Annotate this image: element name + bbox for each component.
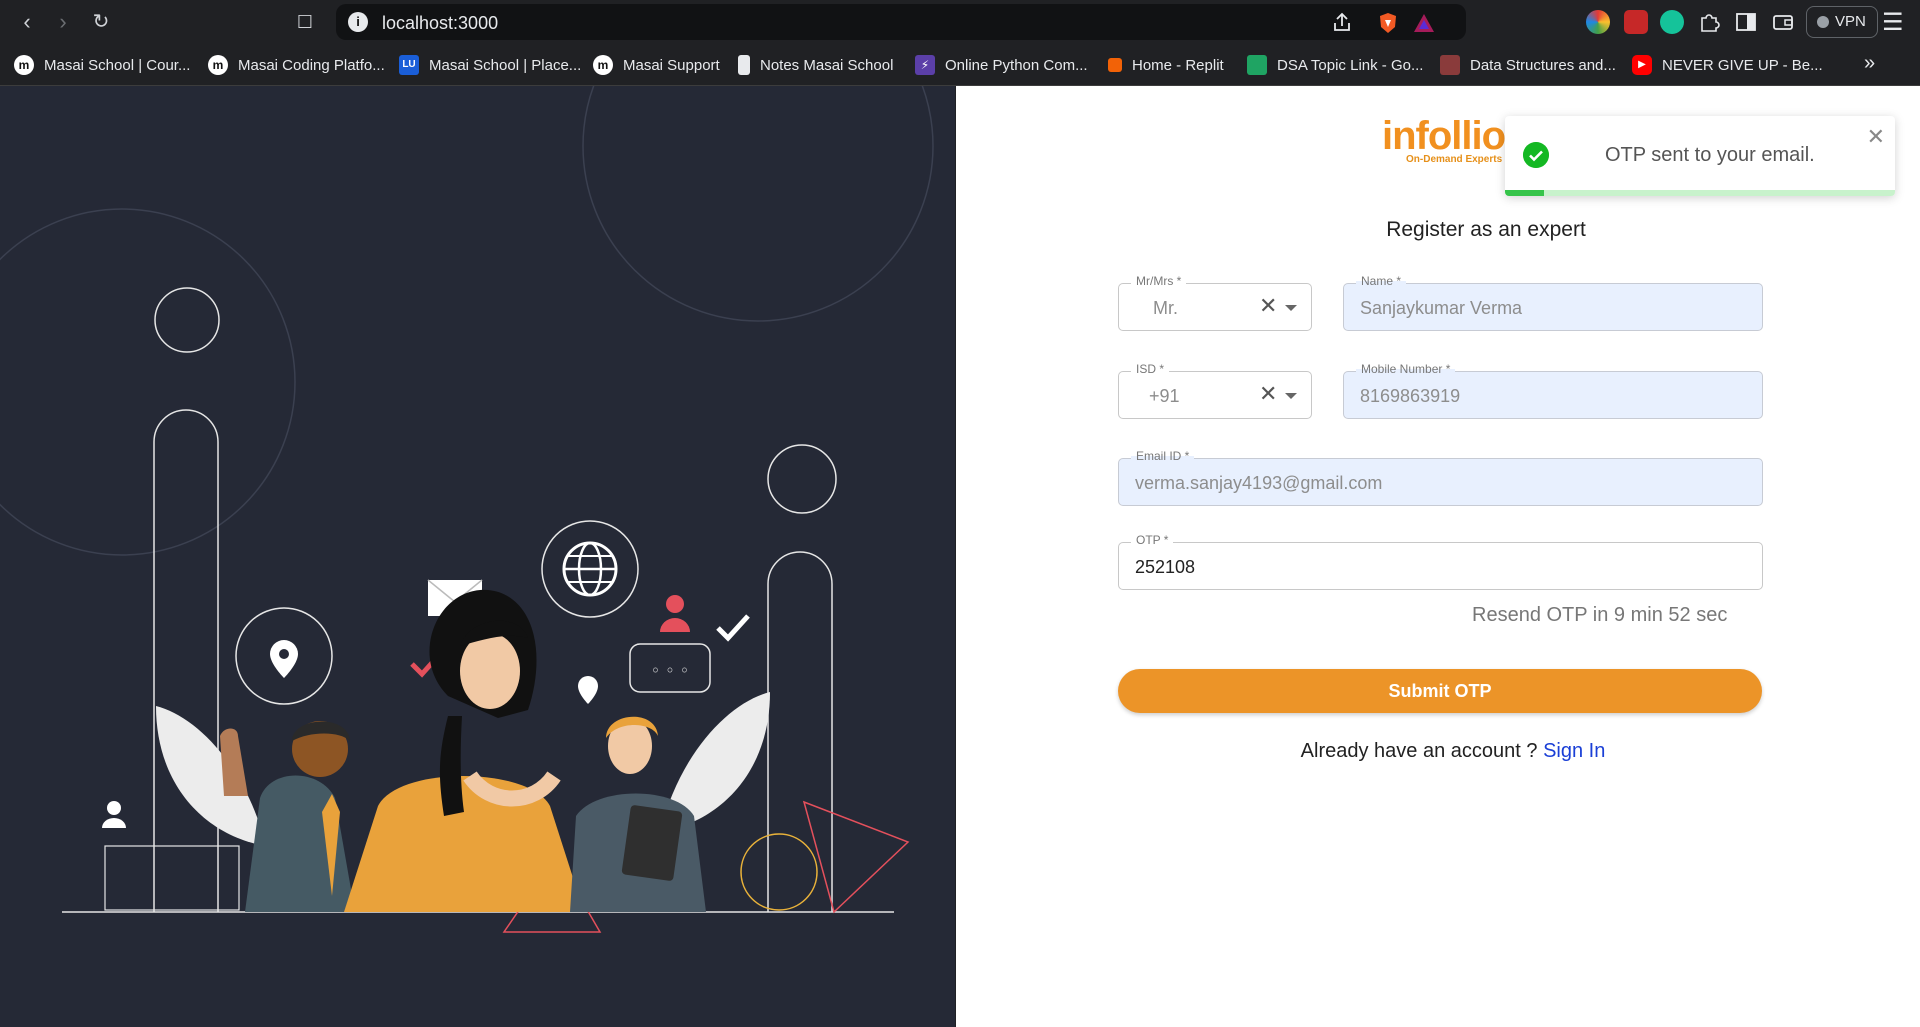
resend-otp-timer: Resend OTP in 9 min 52 sec (1472, 604, 1728, 626)
isd-value: +91 (1149, 386, 1180, 406)
bookmark-icon[interactable]: ☐ (292, 9, 318, 35)
browser-toolbar: ‹ › ↻ ☐ i localhost:3000 VPN ☰ (0, 0, 1920, 44)
infollion-logo: infollion On-Demand Experts (1376, 114, 1530, 166)
masai-icon: m (593, 55, 613, 75)
svg-text:◦ ◦ ◦: ◦ ◦ ◦ (651, 661, 689, 680)
toast-message: OTP sent to your email. (1605, 144, 1815, 166)
bookmark-item[interactable]: ▶ NEVER GIVE UP - Be... (1632, 54, 1823, 76)
sheets-icon (1247, 55, 1267, 75)
name-label: Name * (1356, 274, 1407, 288)
bookmark-label: Home - Replit (1132, 56, 1224, 74)
clear-icon[interactable]: ✕ (1259, 295, 1277, 317)
masai-icon: m (208, 55, 228, 75)
salutation-value: Mr. (1153, 298, 1178, 318)
logo-tagline: On-Demand Experts (1406, 154, 1503, 165)
brave-rewards-icon[interactable] (1412, 11, 1436, 35)
bookmark-item[interactable]: Home - Replit (1108, 54, 1224, 76)
grammarly-icon[interactable] (1660, 10, 1684, 34)
bookmark-label: Notes Masai School (760, 56, 894, 74)
name-field[interactable]: Name * Sanjaykumar Verma (1343, 274, 1763, 331)
share-icon[interactable] (1330, 11, 1354, 35)
check-circle-icon (1523, 142, 1549, 168)
toast-progress-bar (1505, 190, 1895, 196)
color-picker-extension-icon[interactable] (1586, 10, 1610, 34)
email-field[interactable]: Email ID * verma.sanjay4193@gmail.com (1118, 449, 1763, 506)
forward-icon[interactable]: › (50, 9, 76, 35)
sidebar-icon[interactable] (1734, 10, 1758, 34)
bookmark-item[interactable]: LU Masai School | Place... (399, 54, 581, 76)
extension-icon[interactable] (1624, 10, 1648, 34)
illustration-panel: ◦ ◦ ◦ (0, 86, 955, 1027)
bookmark-label: DSA Topic Link - Go... (1277, 56, 1424, 74)
email-label: Email ID * (1131, 449, 1195, 463)
signin-prompt: Already have an account ? (1300, 740, 1544, 762)
menu-icon[interactable]: ☰ (1882, 8, 1904, 37)
bookmark-label: NEVER GIVE UP - Be... (1662, 56, 1823, 74)
team-illustration: ◦ ◦ ◦ (0, 86, 934, 933)
brave-shield-icon[interactable] (1376, 11, 1400, 35)
replit-icon (1108, 58, 1122, 72)
bookmark-item[interactable]: Data Structures and... (1440, 54, 1616, 76)
url-text[interactable]: localhost:3000 (382, 13, 498, 34)
bookmark-item[interactable]: ⚡ Online Python Com... (915, 54, 1088, 76)
bookmark-item[interactable]: m Masai Coding Platfo... (208, 54, 385, 76)
reload-icon[interactable]: ↻ (88, 9, 114, 35)
salutation-label: Mr/Mrs * (1131, 274, 1187, 288)
submit-otp-button[interactable]: Submit OTP (1118, 669, 1762, 713)
wallet-icon[interactable] (1771, 10, 1795, 34)
otp-label: OTP * (1131, 533, 1174, 547)
vpn-button[interactable]: VPN (1806, 6, 1878, 38)
bookmark-item[interactable]: DSA Topic Link - Go... (1247, 54, 1423, 76)
otp-value[interactable]: 252108 (1135, 557, 1195, 578)
bookmark-item[interactable]: m Masai School | Cour... (14, 54, 190, 76)
mobile-value: 8169863919 (1360, 386, 1461, 406)
bookmark-item[interactable]: Notes Masai School (738, 54, 893, 76)
toast-progress-fill (1505, 190, 1544, 196)
bookmark-label: Masai School | Place... (429, 56, 582, 74)
bookmark-label: Masai Support (623, 56, 720, 74)
back-icon[interactable]: ‹ (14, 9, 40, 35)
name-value: Sanjaykumar Verma (1360, 298, 1523, 318)
isd-select[interactable]: ISD * +91 ✕ (1118, 362, 1312, 419)
registration-panel: infollion On-Demand Experts Register as … (956, 86, 1920, 1027)
email-value: verma.sanjay4193@gmail.com (1135, 473, 1383, 493)
notes-icon (738, 55, 750, 75)
extensions-puzzle-icon[interactable] (1697, 10, 1721, 34)
toast-notification: OTP sent to your email. ✕ (1505, 116, 1895, 196)
bookmarks-bar: m Masai School | Cour... m Masai Coding … (0, 44, 1920, 86)
bookmark-label: Masai Coding Platfo... (238, 56, 385, 74)
mobile-label: Mobile Number * (1356, 362, 1456, 376)
signin-prompt-row: Already have an account ? Sign In (956, 740, 1920, 763)
chevron-down-icon[interactable] (1285, 393, 1297, 399)
otp-field[interactable]: OTP * 252108 (1118, 533, 1763, 590)
salutation-select[interactable]: Mr/Mrs * Mr. ✕ (1118, 274, 1312, 331)
chevron-down-icon[interactable] (1285, 305, 1297, 311)
bookmark-label: Masai School | Cour... (44, 56, 191, 74)
bookmark-item[interactable]: m Masai Support (593, 54, 720, 76)
isd-label: ISD * (1131, 362, 1170, 376)
pd-icon (1440, 55, 1460, 75)
page-title: Register as an expert (1386, 218, 1586, 241)
address-bar[interactable]: i localhost:3000 (336, 4, 1466, 40)
close-icon[interactable]: ✕ (1867, 124, 1885, 150)
youtube-icon: ▶ (1632, 55, 1652, 75)
bolt-icon: ⚡ (915, 55, 935, 75)
signin-link[interactable]: Sign In (1543, 740, 1605, 762)
bookmark-label: Online Python Com... (945, 56, 1088, 74)
bookmark-label: Data Structures and... (1470, 56, 1616, 74)
more-bookmarks-icon[interactable]: » (1864, 52, 1875, 75)
site-info-icon[interactable]: i (348, 12, 368, 32)
lu-icon: LU (399, 55, 419, 75)
mobile-number-field[interactable]: Mobile Number * 8169863919 (1343, 362, 1763, 419)
clear-icon[interactable]: ✕ (1259, 383, 1277, 405)
masai-icon: m (14, 55, 34, 75)
